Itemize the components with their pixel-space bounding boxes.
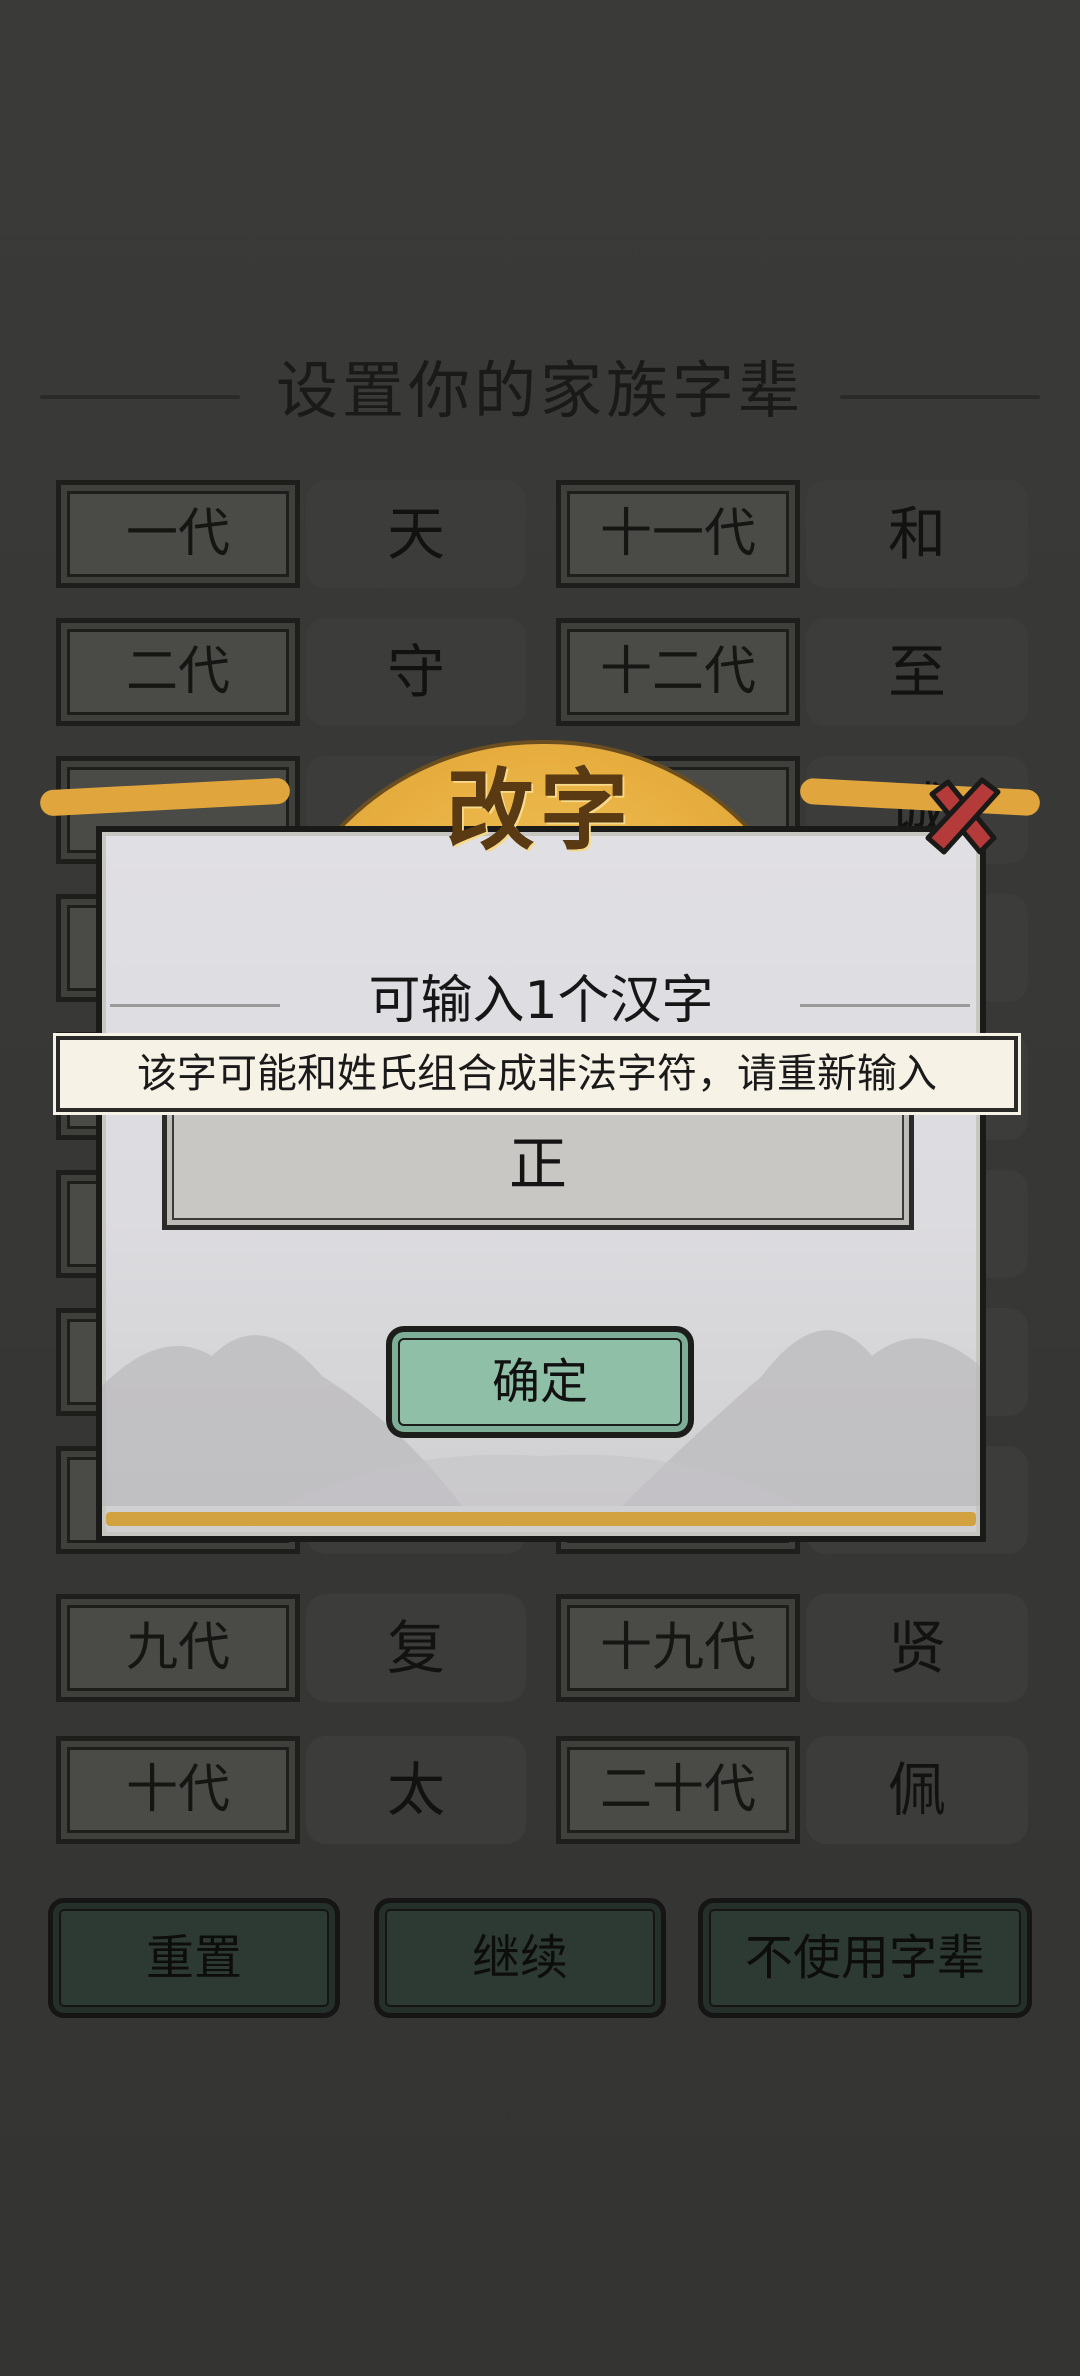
generation-row-1[interactable]: 一代 天 bbox=[56, 480, 526, 588]
error-toast: 该字可能和姓氏组合成非法字符，请重新输入 bbox=[56, 1036, 1018, 1112]
char-input[interactable]: 正 bbox=[162, 1098, 914, 1230]
generation-row-9[interactable]: 九代 复 bbox=[56, 1594, 526, 1702]
generation-char[interactable]: 和 bbox=[806, 480, 1028, 588]
generation-row-10[interactable]: 十代 太 bbox=[56, 1736, 526, 1844]
generation-label: 十一代 bbox=[556, 480, 800, 588]
generation-char[interactable]: 贤 bbox=[806, 1594, 1028, 1702]
page-title: 设置你的家族字辈 bbox=[275, 354, 804, 427]
confirm-button[interactable]: 确定 bbox=[386, 1326, 694, 1438]
generation-char[interactable]: 复 bbox=[306, 1594, 526, 1702]
generation-label: 十九代 bbox=[556, 1594, 800, 1702]
continue-button[interactable]: 继续 bbox=[374, 1898, 666, 2018]
generation-label: 十代 bbox=[56, 1736, 300, 1844]
generation-label: 一代 bbox=[56, 480, 300, 588]
generation-row-2[interactable]: 二代 守 bbox=[56, 618, 526, 726]
dialog-title: 改字 bbox=[445, 759, 634, 862]
no-generation-button[interactable]: 不使用字辈 bbox=[698, 1898, 1032, 2018]
input-hint: 可输入1个汉字 bbox=[368, 971, 714, 1031]
generation-char[interactable]: 太 bbox=[306, 1736, 526, 1844]
generation-label: 二十代 bbox=[556, 1736, 800, 1844]
close-icon[interactable] bbox=[918, 772, 1008, 862]
reset-button[interactable]: 重置 bbox=[48, 1898, 340, 2018]
generation-row-12[interactable]: 十二代 至 bbox=[556, 618, 1028, 726]
generation-char[interactable]: 佩 bbox=[806, 1736, 1028, 1844]
generation-row-19[interactable]: 十九代 贤 bbox=[556, 1594, 1028, 1702]
generation-char[interactable]: 天 bbox=[306, 480, 526, 588]
generation-row-20[interactable]: 二十代 佩 bbox=[556, 1736, 1028, 1844]
dialog-gold-band bbox=[106, 1512, 976, 1526]
generation-char[interactable]: 守 bbox=[306, 618, 526, 726]
generation-row-11[interactable]: 十一代 和 bbox=[556, 480, 1028, 588]
hint-rule-left bbox=[110, 1004, 280, 1007]
generation-label: 九代 bbox=[56, 1594, 300, 1702]
generation-char[interactable]: 至 bbox=[806, 618, 1028, 726]
hint-rule-right bbox=[800, 1004, 970, 1007]
generation-label: 二代 bbox=[56, 618, 300, 726]
generation-label: 十二代 bbox=[556, 618, 800, 726]
